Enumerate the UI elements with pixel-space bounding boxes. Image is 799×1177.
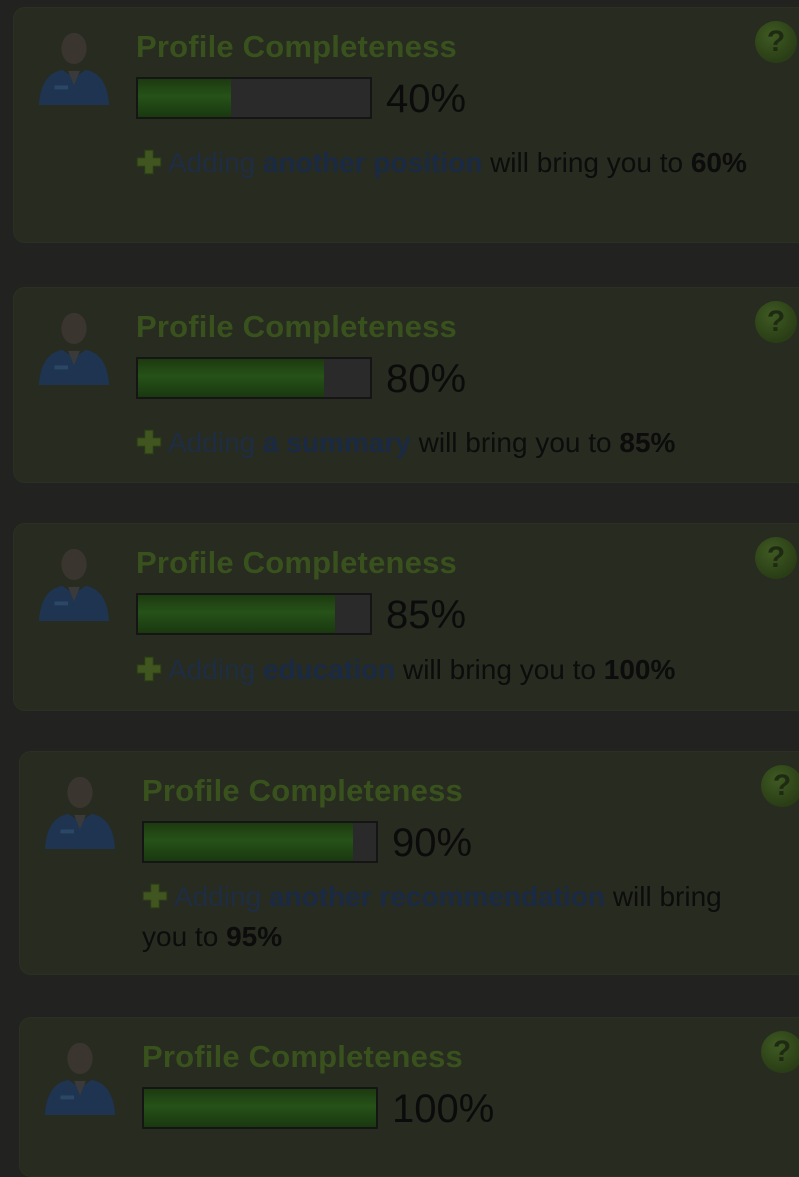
card-title: Profile Completeness (136, 545, 457, 580)
card-title: Profile Completeness (142, 1039, 463, 1074)
completion-tip: Adding a summary will bring you to 85% (136, 423, 776, 463)
help-question-icon[interactable]: ? (755, 301, 797, 343)
profile-card-4: ? Profile Completeness 90% Adding anothe… (19, 751, 799, 975)
tip-prefix: Adding (168, 654, 256, 685)
tip-link-add-summary[interactable]: a summary (263, 427, 411, 458)
plus-icon (142, 883, 168, 909)
help-question-icon[interactable]: ? (761, 765, 799, 807)
tip-prefix: Adding (168, 147, 256, 178)
tip-target: 95% (226, 921, 283, 952)
progress-bar (136, 357, 372, 399)
tip-target: 100% (603, 654, 676, 685)
avatar-icon (38, 312, 110, 385)
profile-card-2: ? Profile Completeness 80% Adding a summ… (13, 287, 799, 483)
progress-percent: 80% (386, 357, 467, 401)
tip-middle: will bring you to (490, 147, 684, 178)
progress-fill (144, 823, 353, 861)
profile-card-1: ? Profile Completeness 40% Adding anothe… (13, 7, 799, 243)
progress-percent: 40% (386, 77, 467, 121)
card-title: Profile Completeness (142, 773, 463, 808)
help-question-icon[interactable]: ? (755, 537, 797, 579)
plus-icon (136, 656, 162, 682)
plus-icon (136, 149, 162, 175)
progress-percent: 85% (386, 593, 467, 637)
progress-bar (136, 593, 372, 635)
tip-prefix: Adding (168, 427, 256, 458)
progress-fill (138, 359, 324, 397)
help-question-icon[interactable]: ? (755, 21, 797, 63)
progress-fill (138, 595, 336, 633)
progress-percent: 100% (392, 1087, 495, 1131)
avatar-icon (38, 548, 110, 621)
tip-target: 60% (690, 147, 747, 178)
progress-bar (142, 1087, 378, 1129)
completion-tip: Adding another position will bring you t… (136, 143, 776, 183)
progress-fill (144, 1089, 376, 1127)
tip-target: 85% (619, 427, 676, 458)
tip-link-add-position[interactable]: another position (263, 147, 482, 178)
profile-card-5: ? Profile Completeness 100% (19, 1017, 799, 1177)
progress-bar (142, 821, 378, 863)
avatar-icon (44, 776, 116, 849)
avatar-icon (44, 1042, 116, 1115)
progress-percent: 90% (392, 821, 473, 865)
plus-icon (136, 429, 162, 455)
card-title: Profile Completeness (136, 309, 457, 344)
tip-prefix: Adding (174, 881, 262, 912)
profile-card-3: ? Profile Completeness 85% Adding educat… (13, 523, 799, 711)
completion-tip: Adding education will bring you to 100% (136, 650, 776, 690)
progress-fill (138, 79, 231, 117)
tip-link-add-education[interactable]: education (263, 654, 395, 685)
progress-bar (136, 77, 372, 119)
card-title: Profile Completeness (136, 29, 457, 64)
tip-middle: will bring you to (418, 427, 612, 458)
tip-middle: will bring you to (402, 654, 596, 685)
help-question-icon[interactable]: ? (761, 1031, 799, 1073)
avatar-icon (38, 32, 110, 105)
completion-tip: Adding another recommendation will bring… (142, 877, 762, 957)
tip-link-add-recommendation[interactable]: another recommendation (269, 881, 605, 912)
